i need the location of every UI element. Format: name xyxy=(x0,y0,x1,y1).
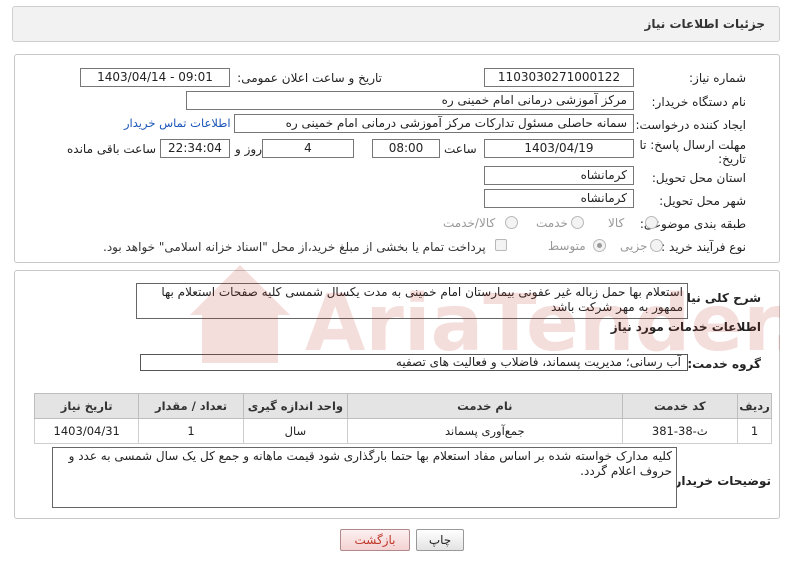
col-row-number: ردیف xyxy=(737,393,772,419)
category-goods-radio[interactable] xyxy=(645,216,658,229)
page-title: جزئیات اطلاعات نیاز xyxy=(644,17,765,31)
treasury-checkbox[interactable] xyxy=(495,239,507,251)
category-goods-label: کالا xyxy=(608,216,625,230)
quantity-cell: 1 xyxy=(138,418,244,444)
remaining-days-field: 4 xyxy=(262,139,354,158)
remaining-days-label: روز و xyxy=(235,142,262,156)
category-service-radio[interactable] xyxy=(571,216,584,229)
page-header: جزئیات اطلاعات نیاز xyxy=(12,6,780,42)
process-type-label: نوع فرآیند خرید : xyxy=(661,240,746,254)
buyer-notes-label: توضیحات خریدار: xyxy=(669,474,771,488)
announce-datetime-field: 1403/04/14 - 09:01 xyxy=(80,68,230,87)
buyer-org-label: نام دستگاه خریدار: xyxy=(651,95,747,109)
deadline-date-field: 1403/04/19 xyxy=(484,139,634,158)
row-number-cell: 1 xyxy=(737,418,772,444)
announce-datetime-label: تاریخ و ساعت اعلان عمومی: xyxy=(237,71,382,85)
deadline-date-label: تاریخ: xyxy=(718,152,746,166)
process-medium-label: متوسط xyxy=(548,239,586,253)
services-section-title: اطلاعات خدمات مورد نیاز xyxy=(610,320,761,334)
service-name-cell: جمع‌آوری پسماند xyxy=(347,418,623,444)
category-service-label: خدمت xyxy=(536,216,568,230)
table-row: 1 ث-38-381 جمع‌آوری پسماند سال 1 1403/04… xyxy=(33,418,772,444)
province-field: کرمانشاه xyxy=(484,166,634,185)
col-quantity: تعداد / مقدار xyxy=(138,393,244,419)
need-number-field: 1103030271000122 xyxy=(484,68,634,87)
deadline-time-label: ساعت xyxy=(444,142,477,156)
deadline-label: مهلت ارسال پاسخ: تا xyxy=(639,138,746,152)
category-goods-service-radio[interactable] xyxy=(505,216,518,229)
print-button[interactable]: چاپ xyxy=(416,529,464,551)
col-unit: واحد اندازه گیری xyxy=(242,393,349,419)
city-label: شهر محل تحویل: xyxy=(659,194,746,208)
process-minor-label: جزیی xyxy=(620,239,648,253)
col-service-code: کد خدمت xyxy=(621,393,739,419)
process-medium-radio[interactable] xyxy=(593,239,606,252)
province-label: استان محل تحویل: xyxy=(651,171,746,185)
services-table: ردیف کد خدمت نام خدمت واحد اندازه گیری ت… xyxy=(33,393,772,444)
buyer-notes-field: کلیه مدارک خواسته شده بر اساس مفاد استعل… xyxy=(52,447,677,508)
service-group-label: گروه خدمت: xyxy=(687,357,761,371)
remaining-time-label: ساعت باقی مانده xyxy=(67,142,157,156)
col-need-date: تاریخ نیاز xyxy=(33,393,140,419)
service-group-field: آب رسانی؛ مدیریت پسماند، فاضلاب و فعالیت… xyxy=(140,354,688,371)
col-service-name: نام خدمت xyxy=(347,393,623,419)
treasury-note: پرداخت تمام یا بخشی از مبلغ خرید،از محل … xyxy=(103,240,486,254)
creator-label: ایجاد کننده درخواست: xyxy=(635,118,746,132)
category-goods-service-label: کالا/خدمت xyxy=(443,216,496,230)
remaining-time-field: 22:34:04 xyxy=(160,139,230,158)
back-button[interactable]: بازگشت xyxy=(340,529,410,551)
service-code-cell: ث-38-381 xyxy=(621,418,739,444)
creator-field: سمانه حاصلی مسئول تدارکات مرکز آموزشی در… xyxy=(234,114,634,133)
summary-field: استعلام بها حمل زباله غیر عفونی بیمارستا… xyxy=(136,283,688,319)
need-date-cell: 1403/04/31 xyxy=(33,418,140,444)
buyer-org-field: مرکز آموزشی درمانی امام خمینی ره xyxy=(186,91,634,110)
need-number-label: شماره نیاز: xyxy=(689,71,746,85)
unit-cell: سال xyxy=(242,418,349,444)
city-field: کرمانشاه xyxy=(484,189,634,208)
deadline-time-field: 08:00 xyxy=(372,139,440,158)
buyer-contact-link[interactable]: اطلاعات تماس خریدار xyxy=(124,116,231,130)
services-table-header: ردیف کد خدمت نام خدمت واحد اندازه گیری ت… xyxy=(33,393,772,419)
process-minor-radio[interactable] xyxy=(650,239,663,252)
